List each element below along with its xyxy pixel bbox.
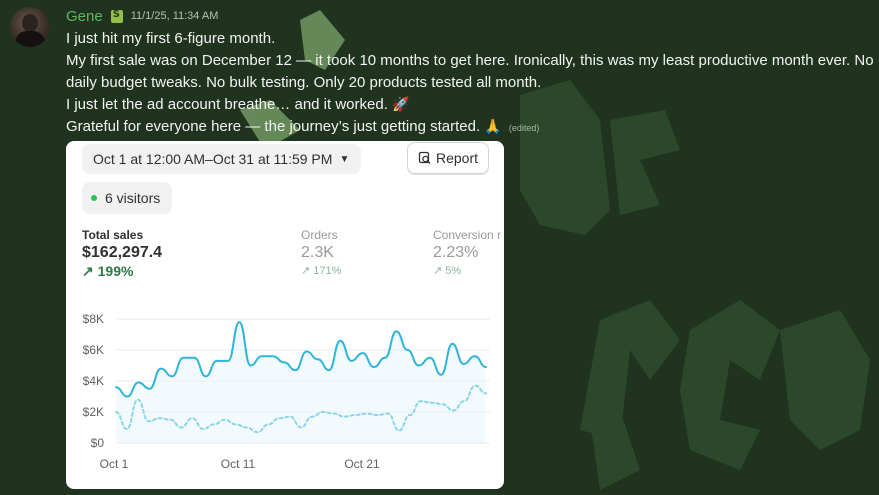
message-line-text: Grateful for everyone here — the journey… bbox=[66, 118, 481, 135]
y-tick-label: $2K bbox=[83, 405, 104, 419]
user-avatar[interactable] bbox=[10, 7, 50, 47]
y-tick-label: $0 bbox=[91, 436, 105, 450]
message-line: My first sale was on December 12 — it to… bbox=[66, 52, 874, 69]
message-line: I just let the ad account breathe… and i… bbox=[66, 94, 879, 116]
message-timestamp[interactable]: 11/1/25, 11:34 AM bbox=[131, 10, 219, 22]
avatar-head-shape bbox=[22, 14, 38, 32]
y-tick-label: $4K bbox=[83, 374, 104, 388]
message-header: Gene 11/1/25, 11:34 AM bbox=[66, 6, 218, 26]
message-line: I just hit my first 6-figure month. bbox=[66, 30, 276, 47]
y-tick-label: $8K bbox=[83, 312, 104, 326]
avatar-body-shape bbox=[15, 31, 45, 47]
shopify-bag-icon[interactable] bbox=[110, 9, 123, 23]
message-line-text: I just let the ad account breathe… and i… bbox=[66, 96, 388, 113]
message-body: I just hit my first 6-figure month. My f… bbox=[66, 28, 879, 139]
series-area-fill bbox=[116, 322, 486, 443]
analytics-screenshot-card[interactable]: Oct 1 at 12:00 AM–Oct 31 at 11:59 PM ▼ R… bbox=[66, 141, 504, 489]
x-tick-label: Oct 21 bbox=[344, 457, 380, 471]
y-tick-label: $6K bbox=[83, 343, 104, 357]
username[interactable]: Gene bbox=[66, 8, 103, 25]
edited-label: (edited) bbox=[508, 123, 540, 133]
x-tick-label: Oct 11 bbox=[221, 457, 256, 471]
message-line: Grateful for everyone here — the journey… bbox=[66, 116, 879, 139]
pray-emoji: 🙏 bbox=[484, 119, 502, 135]
message-line: daily budget tweaks. No bulk testing. On… bbox=[66, 74, 542, 91]
rocket-emoji: 🚀 bbox=[392, 97, 410, 113]
x-tick-label: Oct 1 bbox=[100, 457, 129, 471]
sales-line-chart[interactable]: $8K $6K $4K $2K $0 Oct 1 Oct 11 Oct 21 bbox=[66, 141, 504, 489]
